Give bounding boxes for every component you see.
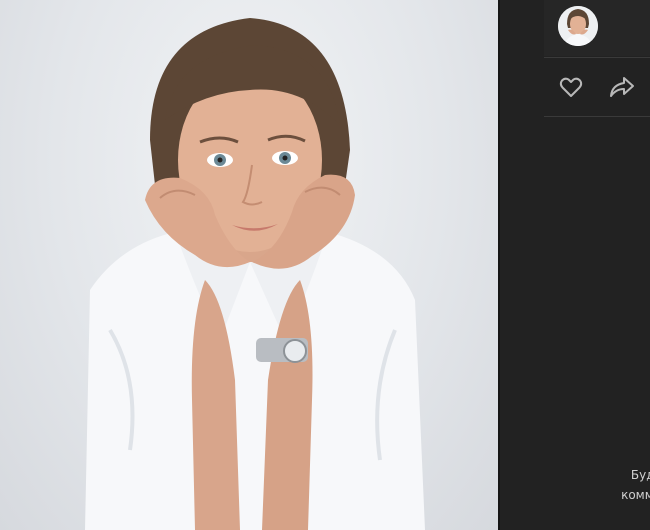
- portrait-photo: [85, 18, 425, 530]
- like-button[interactable]: [557, 74, 585, 100]
- comments-empty-hint: Будьте коммент: [596, 465, 650, 505]
- heart-icon: [559, 77, 583, 97]
- hint-line-1: Будьте: [630, 468, 650, 482]
- hint-line-2: коммент: [621, 488, 650, 502]
- photo-viewer[interactable]: [0, 0, 498, 530]
- actions-divider: [544, 116, 650, 117]
- author-name[interactable]: [608, 10, 650, 22]
- avatar-image: [558, 6, 598, 46]
- header-divider: [544, 57, 650, 58]
- author-subtitle: [608, 28, 650, 38]
- share-button[interactable]: [608, 74, 636, 100]
- share-arrow-icon: [610, 77, 634, 97]
- post-sidebar: Будьте коммент: [500, 0, 650, 530]
- avatar[interactable]: [558, 6, 598, 46]
